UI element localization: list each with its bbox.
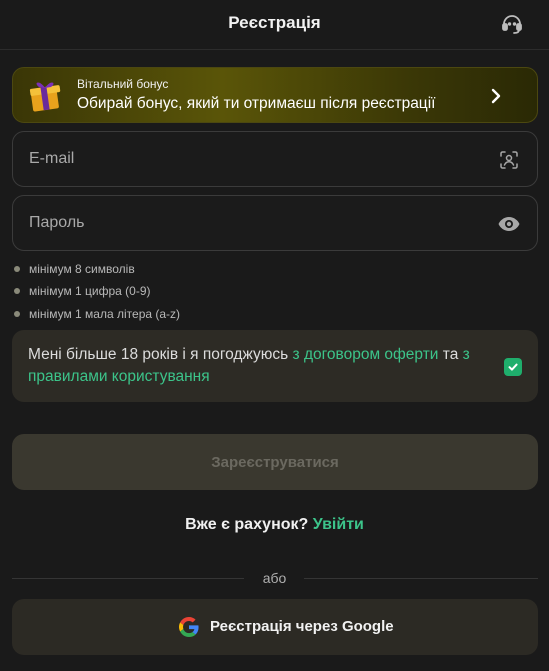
register-button[interactable]: Зареєструватися bbox=[12, 434, 538, 490]
gift-icon bbox=[29, 82, 61, 112]
toggle-password-visibility[interactable] bbox=[497, 212, 521, 236]
terms-agreement: Мені більше 18 років і я погоджуюсь з до… bbox=[12, 330, 538, 402]
google-signup-button[interactable]: Реєстрація через Google bbox=[12, 599, 538, 655]
chevron-right-icon bbox=[491, 88, 501, 104]
password-input[interactable] bbox=[13, 196, 537, 250]
welcome-bonus-banner[interactable]: Вітальний бонус Обирай бонус, який ти от… bbox=[12, 67, 538, 123]
page-title: Реєстрація bbox=[228, 13, 321, 32]
bullet-icon bbox=[14, 287, 20, 294]
contact-scan-icon bbox=[500, 151, 518, 169]
top-bar: Реєстрація bbox=[0, 0, 549, 50]
password-rule: мінімум 8 символів bbox=[14, 262, 135, 276]
bullet-icon bbox=[14, 265, 20, 272]
offer-contract-link[interactable]: з договором оферти bbox=[293, 346, 439, 363]
password-rule: мінімум 1 мала літера (a-z) bbox=[14, 307, 180, 321]
contact-scan-button[interactable] bbox=[497, 148, 521, 172]
checkmark-icon bbox=[508, 363, 518, 371]
login-question: Вже є рахунок? bbox=[185, 516, 309, 533]
email-field[interactable] bbox=[12, 131, 538, 187]
agreement-checkbox[interactable] bbox=[504, 358, 522, 376]
login-prompt: Вже є рахунок? Увійти bbox=[0, 516, 549, 534]
support-button[interactable] bbox=[499, 11, 525, 37]
login-link[interactable]: Увійти bbox=[313, 516, 364, 533]
google-icon bbox=[179, 617, 199, 637]
bonus-text: Обирай бонус, який ти отримаєш після реє… bbox=[77, 95, 436, 112]
eye-icon bbox=[498, 217, 520, 231]
bullet-icon bbox=[14, 310, 20, 317]
password-rule: мінімум 1 цифра (0-9) bbox=[14, 284, 151, 298]
google-signup-label: Реєстрація через Google bbox=[210, 618, 394, 635]
agreement-text: Мені більше 18 років і я погоджуюсь з до… bbox=[28, 346, 470, 385]
bonus-label: Вітальний бонус bbox=[77, 77, 169, 91]
divider-text: або bbox=[262, 570, 287, 586]
headset-icon bbox=[502, 15, 522, 34]
email-input[interactable] bbox=[13, 132, 537, 186]
password-field[interactable] bbox=[12, 195, 538, 251]
